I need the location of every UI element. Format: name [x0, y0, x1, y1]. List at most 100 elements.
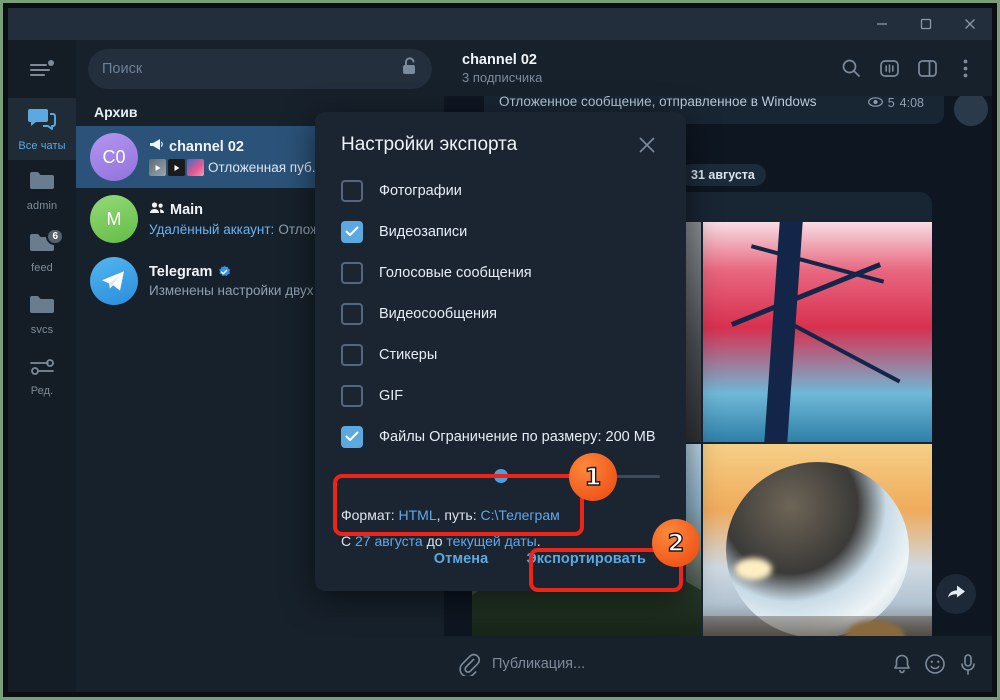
export-button[interactable]: Экспортировать [512, 543, 660, 575]
option-gif[interactable]: GIF [341, 375, 660, 416]
option-stickers[interactable]: Стикеры [341, 334, 660, 375]
export-settings-dialog: Настройки экспорта Фотографии Видеозапис… [315, 112, 686, 591]
preview-text: Отложенная пуб. [208, 160, 316, 175]
telegram-logo-icon [102, 271, 124, 291]
option-files-size-limit[interactable]: Файлы Ограничение по размеру: 200 MB [341, 416, 660, 457]
search-input[interactable]: Поиск [88, 49, 432, 89]
emoji-icon[interactable] [924, 653, 946, 675]
date-from-link[interactable]: 27 августа [355, 533, 423, 549]
option-voice-messages[interactable]: Голосовые сообщения [341, 252, 660, 293]
avatar-initials: C0 [102, 146, 126, 167]
option-photos[interactable]: Фотографии [341, 170, 660, 211]
scroll-to-bottom-button[interactable] [936, 574, 976, 614]
path-label: , путь: [436, 507, 481, 523]
checkbox[interactable] [341, 220, 363, 243]
sidebar-item-badge: 6 [46, 228, 64, 245]
dialog-title: Настройки экспорта [341, 134, 518, 155]
option-videos[interactable]: Видеозаписи [341, 211, 660, 252]
sidebar-item-label: Все чаты [18, 140, 66, 152]
page-title: channel 02 [462, 51, 537, 68]
chat-item-title: channel 02 [169, 139, 244, 155]
sidebar-item-label: admin [26, 200, 58, 212]
checkbox[interactable] [341, 343, 363, 366]
sliders-icon [28, 357, 56, 382]
preview-thumbnails [149, 159, 204, 176]
preview-text: Отлож [278, 222, 320, 237]
album-photo[interactable] [703, 222, 932, 442]
avatar [954, 96, 988, 126]
preview-sender: Удалённый аккаунт: [149, 222, 275, 237]
close-icon[interactable] [634, 132, 660, 158]
message-input[interactable]: Публикация... [492, 656, 880, 672]
checkbox[interactable] [341, 179, 363, 202]
path-link[interactable]: C:\Телеграм [481, 507, 560, 523]
subscriber-count: 3 подписчика [462, 69, 543, 85]
unlock-icon[interactable] [401, 57, 418, 81]
hamburger-menu-icon [30, 60, 54, 76]
checkbox[interactable] [341, 261, 363, 284]
conversation-header: channel 02 3 подписчика [444, 40, 992, 96]
avatar: C0 [90, 133, 138, 181]
views-count: 5 [887, 96, 895, 110]
panel-icon[interactable] [908, 49, 946, 87]
verified-badge-icon [217, 265, 231, 279]
chats-icon [27, 106, 57, 137]
microphone-icon[interactable] [958, 653, 978, 676]
more-icon[interactable] [946, 49, 984, 87]
checkbox[interactable] [341, 425, 363, 448]
avatar: M [90, 195, 138, 243]
close-button[interactable] [948, 8, 992, 40]
maximize-button[interactable] [904, 8, 948, 40]
date-separator: 31 августа [680, 164, 766, 186]
sidebar-item-all-chats[interactable]: Все чаты [8, 98, 76, 160]
search-icon[interactable] [832, 49, 870, 87]
cancel-button[interactable]: Отмена [420, 543, 503, 575]
sidebar-item-label: feed [31, 262, 53, 274]
format-link[interactable]: HTML [399, 507, 437, 523]
option-label: GIF [379, 387, 404, 404]
annotation-badge-1: 1 [569, 453, 617, 501]
checkbox[interactable] [341, 384, 363, 407]
sidebar-item-label: svcs [30, 324, 54, 336]
checkbox[interactable] [341, 302, 363, 325]
paperclip-icon[interactable] [458, 652, 480, 676]
option-label: Видеосообщения [379, 305, 497, 322]
thumbnail [187, 159, 204, 176]
thumbnail [149, 159, 166, 176]
forward-arrow-icon [946, 583, 966, 606]
annotation-badge-2: 2 [652, 519, 700, 567]
option-label: Видеозаписи [379, 223, 468, 240]
folder-icon [28, 294, 56, 321]
option-video-messages[interactable]: Видеосообщения [341, 293, 660, 334]
minimize-button[interactable] [860, 8, 904, 40]
screenshot-root: Все чаты admin 6 feed svcs Ред. Поиск Ар… [0, 0, 1000, 700]
sidebar-item-admin[interactable]: admin [8, 160, 76, 222]
dialog-actions: Отмена Экспортировать [420, 543, 660, 575]
avatar [90, 257, 138, 305]
sidebar-item-feed[interactable]: 6 feed [8, 222, 76, 284]
megaphone-icon [149, 138, 164, 156]
telegram-window: Все чаты admin 6 feed svcs Ред. Поиск Ар… [8, 8, 992, 692]
group-icon [149, 201, 165, 219]
search-placeholder: Поиск [102, 61, 143, 77]
sidebar-item-svcs[interactable]: svcs [8, 284, 76, 346]
dialog-title-row: Настройки экспорта [341, 112, 660, 170]
bell-icon[interactable] [892, 653, 912, 675]
main-menu-button[interactable] [8, 40, 76, 98]
slider-fill [341, 474, 501, 478]
title-bar [8, 8, 992, 40]
option-label: Фотографии [379, 182, 462, 199]
message-time: 4:08 [899, 96, 924, 110]
stories-icon[interactable] [870, 49, 908, 87]
message-composer: Публикация... [444, 636, 992, 692]
slider-knob[interactable] [493, 469, 508, 483]
preview-text: Изменены настройки двух [149, 283, 314, 298]
sidebar-item-edit-folders[interactable]: Ред. [8, 346, 76, 408]
conversation-title-block[interactable]: channel 02 3 подписчика [462, 52, 832, 85]
message-meta: 5 4:08 [867, 96, 924, 110]
album-photo[interactable] [703, 444, 932, 636]
option-label: Файлы Ограничение по размеру: 200 MB [379, 428, 656, 445]
option-label: Голосовые сообщения [379, 264, 532, 281]
thumbnail [168, 159, 185, 176]
chat-item-title: Telegram [149, 264, 213, 280]
